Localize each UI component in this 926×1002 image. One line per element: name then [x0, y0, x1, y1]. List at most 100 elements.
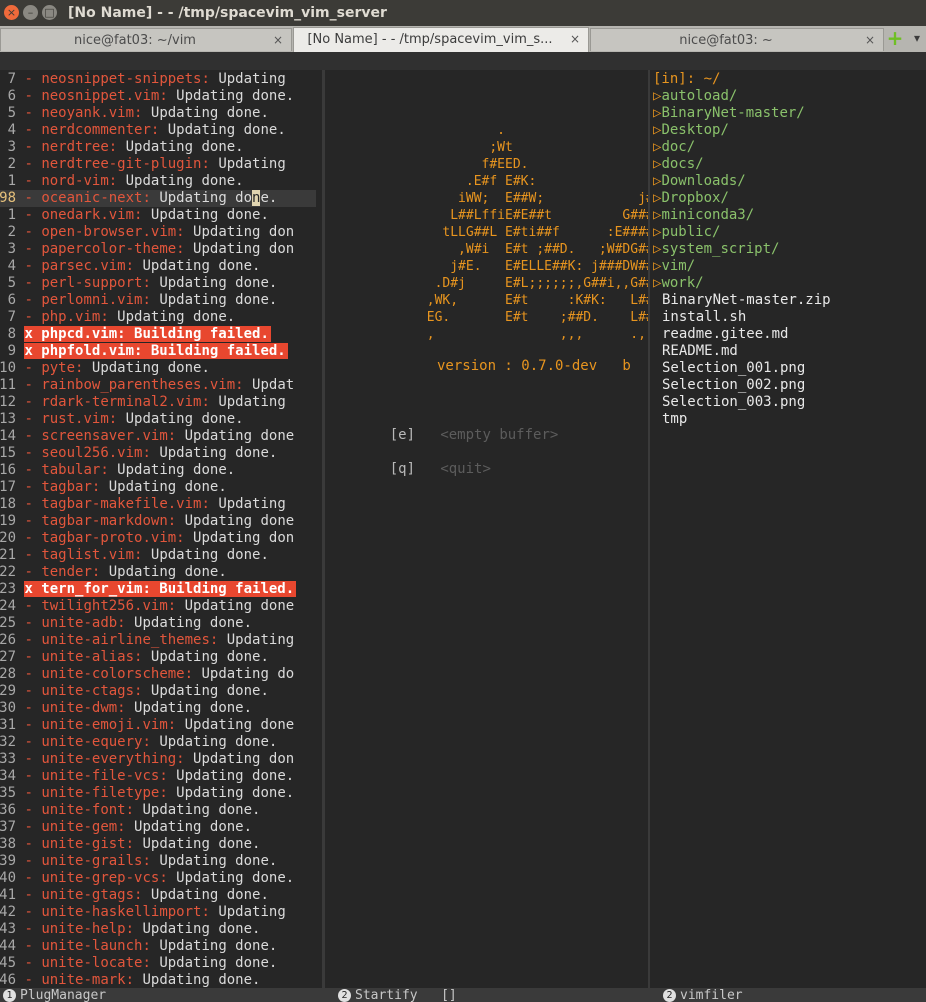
- tab-close-icon[interactable]: ×: [865, 29, 875, 52]
- vimfiler-file[interactable]: Selection_002.png: [662, 377, 805, 394]
- terminal-tab-vim[interactable]: nice@fat03: ~/vim ×: [0, 28, 292, 51]
- vimfiler-dir[interactable]: ▷miniconda3/: [653, 207, 754, 224]
- vimfiler-dir[interactable]: ▷work/: [653, 275, 704, 292]
- window-close-button[interactable]: ×: [4, 5, 19, 20]
- plugin-row[interactable]: 1 - nord-vim: Updating done.: [0, 173, 316, 190]
- plugin-row[interactable]: 17 - tagbar: Updating done.: [0, 479, 316, 496]
- plugin-row[interactable]: 32 - unite-equery: Updating done.: [0, 734, 316, 751]
- plugin-row[interactable]: 3 - papercolor-theme: Updating don: [0, 241, 316, 258]
- plugin-row[interactable]: 22 - tender: Updating done.: [0, 564, 316, 581]
- vimfiler-file[interactable]: README.md: [662, 343, 738, 360]
- plugin-row[interactable]: 6 - perlomni.vim: Updating done.: [0, 292, 316, 309]
- plugin-row[interactable]: 2 - nerdtree-git-plugin: Updating: [0, 156, 316, 173]
- tab-close-icon[interactable]: ×: [273, 29, 283, 52]
- status-startify: 2 Startify []: [338, 988, 457, 1002]
- startify-item-quit[interactable]: [q] <quit>: [356, 444, 491, 495]
- line-number: 21: [0, 547, 16, 563]
- plugin-row[interactable]: 23 x tern_for_vim: Building failed.: [0, 581, 316, 598]
- plugin-row[interactable]: 2 - open-browser.vim: Updating don: [0, 224, 316, 241]
- line-number: 7: [7, 71, 16, 87]
- vimfiler-dir[interactable]: ▷BinaryNet-master/: [653, 105, 805, 122]
- plugin-row[interactable]: 43 - unite-help: Updating done.: [0, 921, 316, 938]
- vimfiler-file[interactable]: Selection_003.png: [662, 394, 805, 411]
- plugin-row[interactable]: 19 - tagbar-markdown: Updating done: [0, 513, 316, 530]
- plugin-row[interactable]: 98 - oceanic-next: Updating done.: [0, 190, 316, 207]
- vimfiler-dir[interactable]: ▷public/: [653, 224, 720, 241]
- plugin-row[interactable]: 36 - unite-font: Updating done.: [0, 802, 316, 819]
- line-number: 45: [0, 955, 16, 971]
- plugin-row[interactable]: 1 - onedark.vim: Updating done.: [0, 207, 316, 224]
- new-tab-icon[interactable]: +: [886, 28, 904, 48]
- plugin-row[interactable]: 21 - taglist.vim: Updating done.: [0, 547, 316, 564]
- vimfiler-dir[interactable]: ▷vim/: [653, 258, 695, 275]
- plugin-row[interactable]: 5 - perl-support: Updating done.: [0, 275, 316, 292]
- plugin-row[interactable]: 7 - neosnippet-snippets: Updating: [0, 71, 316, 88]
- vimfiler-file[interactable]: install.sh: [662, 309, 746, 326]
- plugin-row[interactable]: 40 - unite-grep-vcs: Updating done.: [0, 870, 316, 887]
- plugin-row[interactable]: 4 - nerdcommenter: Updating done.: [0, 122, 316, 139]
- plugin-row[interactable]: 13 - rust.vim: Updating done.: [0, 411, 316, 428]
- plugin-row[interactable]: 6 - neosnippet.vim: Updating done.: [0, 88, 316, 105]
- line-number: 41: [0, 887, 16, 903]
- plugin-name: unite-font:: [41, 802, 135, 818]
- window-minimize-button[interactable]: –: [23, 5, 38, 20]
- plugin-row[interactable]: 11 - rainbow_parentheses.vim: Updat: [0, 377, 316, 394]
- plugin-row[interactable]: 34 - unite-file-vcs: Updating done.: [0, 768, 316, 785]
- vimfiler-dir[interactable]: ▷doc/: [653, 139, 695, 156]
- vimfiler-dir[interactable]: ▷Downloads/: [653, 173, 746, 190]
- plugin-row[interactable]: 42 - unite-haskellimport: Updating: [0, 904, 316, 921]
- plugin-status: Updating done.: [134, 836, 261, 852]
- plugin-row[interactable]: 5 - neoyank.vim: Updating done.: [0, 105, 316, 122]
- tab-close-icon[interactable]: ×: [570, 28, 580, 51]
- vimfiler-file[interactable]: readme.gitee.md: [662, 326, 788, 343]
- plugin-row[interactable]: 3 - nerdtree: Updating done.: [0, 139, 316, 156]
- plugin-row[interactable]: 18 - tagbar-makefile.vim: Updating: [0, 496, 316, 513]
- plugin-row[interactable]: 10 - pyte: Updating done.: [0, 360, 316, 377]
- plugin-row[interactable]: 28 - unite-colorscheme: Updating do: [0, 666, 316, 683]
- plugin-row[interactable]: 25 - unite-adb: Updating done.: [0, 615, 316, 632]
- vimfiler-dir[interactable]: ▷docs/: [653, 156, 704, 173]
- terminal-tab-spacevim[interactable]: [No Name] - - /tmp/spacevim_vim_s... ×: [293, 27, 589, 52]
- plugin-row[interactable]: 44 - unite-launch: Updating done.: [0, 938, 316, 955]
- vimfiler-dir[interactable]: ▷autoload/: [653, 88, 737, 105]
- plugin-row[interactable]: 46 - unite-mark: Updating done.: [0, 972, 316, 988]
- plugin-row[interactable]: 38 - unite-gist: Updating done.: [0, 836, 316, 853]
- plugin-row[interactable]: 7 - php.vim: Updating done.: [0, 309, 316, 326]
- plugin-row[interactable]: 33 - unite-everything: Updating don: [0, 751, 316, 768]
- line-number: 20: [0, 530, 16, 546]
- vimfiler-file[interactable]: BinaryNet-master.zip: [662, 292, 831, 309]
- plugin-row[interactable]: 30 - unite-dwm: Updating done.: [0, 700, 316, 717]
- plugin-row[interactable]: 29 - unite-ctags: Updating done.: [0, 683, 316, 700]
- plugin-row[interactable]: 8 x phpcd.vim: Building failed.: [0, 326, 316, 343]
- plugin-row[interactable]: 35 - unite-filetype: Updating done.: [0, 785, 316, 802]
- vimfiler-file[interactable]: Selection_001.png: [662, 360, 805, 377]
- plugin-row[interactable]: 14 - screensaver.vim: Updating done: [0, 428, 316, 445]
- vimfiler-file[interactable]: tmp: [662, 411, 687, 428]
- plugmanager-pane[interactable]: 7 - neosnippet-snippets: Updating 6 - neo…: [0, 70, 322, 988]
- vimfiler-dir[interactable]: ▷system_script/: [653, 241, 779, 258]
- plugin-status: Updating done.: [150, 734, 278, 750]
- plugin-row[interactable]: 37 - unite-gem: Updating done.: [0, 819, 316, 836]
- tab-menu-icon[interactable]: ▾: [908, 28, 926, 48]
- plugin-row[interactable]: 26 - unite-airline_themes: Updating: [0, 632, 316, 649]
- plugin-row[interactable]: 39 - unite-grails: Updating done.: [0, 853, 316, 870]
- plugin-row[interactable]: 20 - tagbar-proto.vim: Updating don: [0, 530, 316, 547]
- plugin-row[interactable]: 41 - unite-gtags: Updating done.: [0, 887, 316, 904]
- vimfiler-dir[interactable]: ▷Dropbox/: [653, 190, 729, 207]
- plugin-row[interactable]: 12 - rdark-terminal2.vim: Updating: [0, 394, 316, 411]
- plugin-row[interactable]: 15 - seoul256.vim: Updating done.: [0, 445, 316, 462]
- plugin-row[interactable]: 16 - tabular: Updating done.: [0, 462, 316, 479]
- vimfiler-pane[interactable]: [in]: ~/ ▷autoload/▷BinaryNet-master/▷De…: [650, 70, 926, 988]
- startify-pane[interactable]: . ;Wt f#EED. . .E#f E#K: ;W iWW; E##W; j…: [325, 70, 648, 988]
- plugin-row[interactable]: 45 - unite-locate: Updating done.: [0, 955, 316, 972]
- terminal-tab-home[interactable]: nice@fat03: ~ ×: [590, 28, 884, 51]
- plugin-row[interactable]: 24 - twilight256.vim: Updating done: [0, 598, 316, 615]
- plugin-name: nord-vim:: [41, 173, 118, 189]
- plugin-row[interactable]: 27 - unite-alias: Updating done.: [0, 649, 316, 666]
- plugin-row[interactable]: 4 - parsec.vim: Updating done.: [0, 258, 316, 275]
- vimfiler-dir[interactable]: ▷Desktop/: [653, 122, 729, 139]
- plugin-row[interactable]: 31 - unite-emoji.vim: Updating done: [0, 717, 316, 734]
- window-maximize-button[interactable]: □: [42, 5, 57, 20]
- line-number: 42: [0, 904, 16, 920]
- plugin-row[interactable]: 9 x phpfold.vim: Building failed.: [0, 343, 316, 360]
